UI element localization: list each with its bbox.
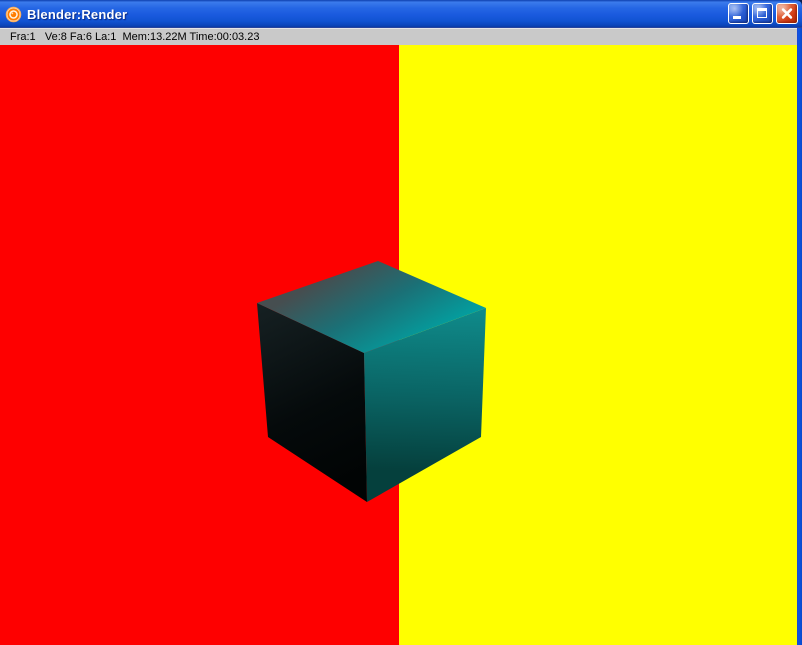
render-view — [0, 45, 797, 645]
window-title: Blender:Render — [27, 6, 128, 22]
render-stats-bar: Fra:1 Ve:8 Fa:6 La:1 Mem:13.22M Time:00:… — [0, 28, 802, 45]
close-icon — [781, 8, 793, 19]
render-background-left — [0, 45, 399, 645]
titlebar[interactable]: Blender:Render — [0, 0, 802, 28]
minimize-button[interactable] — [728, 3, 749, 24]
render-background-right — [399, 45, 797, 645]
window-right-border — [797, 28, 802, 645]
window-controls — [728, 3, 798, 24]
blender-render-window: Blender:Render Fra:1 Ve:8 Fa:6 La:1 Mem:… — [0, 0, 802, 645]
render-stats-text: Fra:1 Ve:8 Fa:6 La:1 Mem:13.22M Time:00:… — [10, 31, 260, 43]
minimize-icon — [733, 16, 741, 19]
maximize-icon — [757, 8, 767, 18]
titlebar-left-group: Blender:Render — [5, 0, 127, 28]
blender-logo-icon[interactable] — [5, 6, 22, 23]
maximize-button[interactable] — [752, 3, 773, 24]
close-button[interactable] — [776, 3, 798, 24]
